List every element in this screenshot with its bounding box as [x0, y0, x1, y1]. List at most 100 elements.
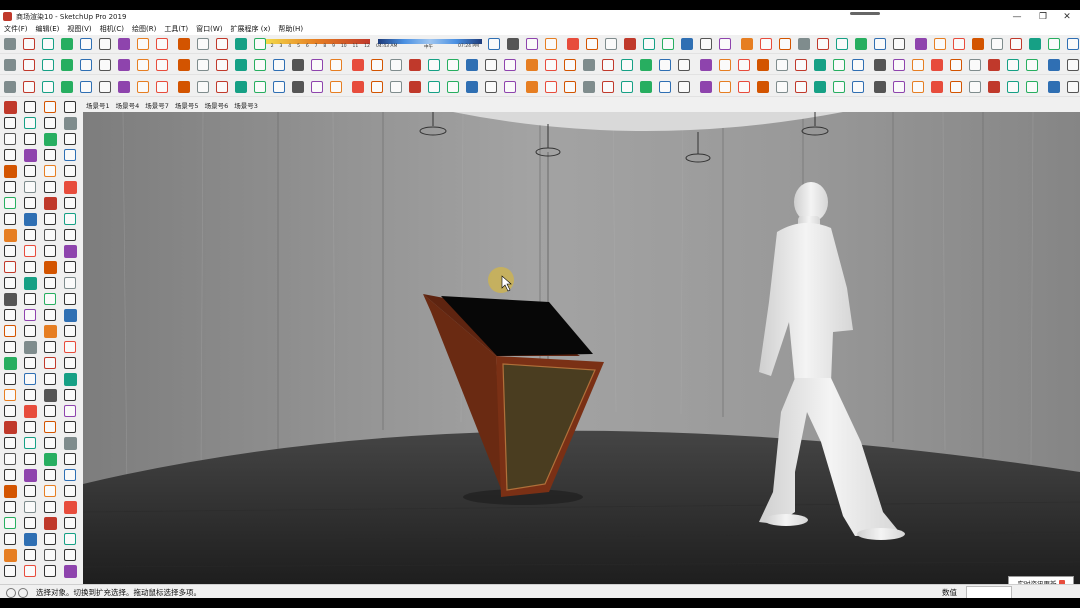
- left-tool-icon[interactable]: [44, 549, 56, 561]
- toolbar-tool-icon[interactable]: [507, 38, 519, 50]
- left-tool-icon[interactable]: [64, 277, 76, 289]
- left-tool-icon[interactable]: [64, 485, 76, 497]
- toolbar-tool-icon[interactable]: [545, 38, 557, 50]
- toolbar-tool-icon[interactable]: [292, 59, 304, 71]
- left-tool-icon[interactable]: [4, 165, 17, 178]
- toolbar-tool-icon[interactable]: [235, 81, 247, 93]
- geolocation-icon[interactable]: [18, 588, 28, 598]
- toolbar-tool-icon[interactable]: [969, 81, 981, 93]
- toolbar-tool-icon[interactable]: [118, 81, 130, 93]
- toolbar-tool-icon[interactable]: [197, 59, 209, 71]
- toolbar-tool-icon[interactable]: [912, 59, 924, 71]
- left-tool-icon[interactable]: [4, 501, 16, 513]
- toolbar-tool-icon[interactable]: [137, 38, 149, 50]
- toolbar-tool-icon[interactable]: [42, 38, 54, 50]
- left-tool-icon[interactable]: [44, 517, 57, 530]
- left-tool-icon[interactable]: [4, 229, 17, 242]
- toolbar-tool-icon[interactable]: [700, 38, 712, 50]
- left-tool-icon[interactable]: [44, 277, 56, 289]
- model-viewport[interactable]: [83, 112, 1080, 584]
- toolbar-tool-icon[interactable]: [567, 38, 579, 50]
- toolbar-tool-icon[interactable]: [583, 81, 595, 93]
- toolbar-tool-icon[interactable]: [719, 81, 731, 93]
- left-tool-icon[interactable]: [24, 389, 36, 401]
- toolbar-tool-icon[interactable]: [776, 59, 788, 71]
- left-tool-icon[interactable]: [24, 373, 36, 385]
- left-tool-icon[interactable]: [64, 197, 76, 209]
- toolbar-tool-icon[interactable]: [852, 81, 864, 93]
- toolbar-tool-icon[interactable]: [621, 81, 633, 93]
- toolbar-tool-icon[interactable]: [504, 59, 516, 71]
- left-tool-icon[interactable]: [24, 357, 36, 369]
- toolbar-tool-icon[interactable]: [118, 59, 130, 71]
- left-tool-icon[interactable]: [4, 453, 16, 465]
- left-tool-icon[interactable]: [64, 341, 76, 353]
- left-tool-icon[interactable]: [44, 565, 56, 577]
- left-tool-icon[interactable]: [4, 373, 16, 385]
- left-tool-icon[interactable]: [4, 149, 16, 161]
- toolbar-tool-icon[interactable]: [659, 59, 671, 71]
- toolbar-tool-icon[interactable]: [640, 81, 652, 93]
- left-tool-icon[interactable]: [64, 133, 76, 145]
- toolbar-tool-icon[interactable]: [621, 59, 633, 71]
- toolbar-tool-icon[interactable]: [23, 38, 35, 50]
- toolbar-tool-icon[interactable]: [833, 59, 845, 71]
- toolbar-tool-icon[interactable]: [1007, 81, 1019, 93]
- toolbar-tool-icon[interactable]: [972, 38, 984, 50]
- left-tool-icon[interactable]: [64, 533, 76, 545]
- toolbar-tool-icon[interactable]: [700, 81, 712, 93]
- left-tool-icon[interactable]: [24, 165, 36, 177]
- maximize-button[interactable]: ❐: [1030, 10, 1056, 23]
- toolbar-tool-icon[interactable]: [118, 38, 130, 50]
- left-tool-icon[interactable]: [44, 245, 56, 257]
- left-tool-icon[interactable]: [24, 261, 36, 273]
- toolbar-tool-icon[interactable]: [795, 81, 807, 93]
- toolbar-tool-icon[interactable]: [893, 38, 905, 50]
- minimize-button[interactable]: —: [1004, 10, 1030, 23]
- left-tool-icon[interactable]: [64, 181, 77, 194]
- menu-draw[interactable]: 绘图(R): [128, 24, 160, 34]
- left-tool-icon[interactable]: [4, 517, 16, 529]
- toolbar-tool-icon[interactable]: [953, 38, 965, 50]
- toolbar-tool-icon[interactable]: [817, 38, 829, 50]
- left-tool-icon[interactable]: [24, 549, 36, 561]
- left-tool-icon[interactable]: [64, 437, 77, 450]
- toolbar-tool-icon[interactable]: [273, 81, 285, 93]
- toolbar-tool-icon[interactable]: [624, 38, 636, 50]
- toolbar-tool-icon[interactable]: [814, 81, 826, 93]
- left-tool-icon[interactable]: [64, 549, 76, 561]
- left-tool-icon[interactable]: [24, 485, 36, 497]
- left-tool-icon[interactable]: [24, 341, 37, 354]
- left-tool-icon[interactable]: [24, 421, 36, 433]
- left-tool-icon[interactable]: [4, 181, 16, 193]
- toolbar-tool-icon[interactable]: [564, 59, 576, 71]
- menu-window[interactable]: 窗口(W): [192, 24, 226, 34]
- left-tool-icon[interactable]: [24, 277, 37, 290]
- toolbar-tool-icon[interactable]: [988, 59, 1000, 71]
- toolbar-tool-icon[interactable]: [991, 38, 1003, 50]
- info-icon[interactable]: [6, 588, 16, 598]
- menu-edit[interactable]: 编辑(E): [32, 24, 64, 34]
- toolbar-tool-icon[interactable]: [719, 38, 731, 50]
- title-drag-handle[interactable]: [850, 12, 880, 15]
- menu-help[interactable]: 帮助(H): [274, 24, 307, 34]
- toolbar-tool-icon[interactable]: [950, 59, 962, 71]
- toolbar-tool-icon[interactable]: [254, 59, 266, 71]
- left-tool-icon[interactable]: [44, 213, 56, 225]
- left-tool-icon[interactable]: [44, 309, 56, 321]
- left-tool-icon[interactable]: [24, 229, 36, 241]
- left-tool-icon[interactable]: [64, 373, 77, 386]
- toolbar-tool-icon[interactable]: [1029, 38, 1041, 50]
- toolbar-tool-icon[interactable]: [42, 81, 54, 93]
- left-tool-icon[interactable]: [24, 133, 36, 145]
- left-tool-icon[interactable]: [44, 165, 56, 177]
- left-tool-icon[interactable]: [64, 101, 76, 113]
- left-tool-icon[interactable]: [44, 325, 57, 338]
- toolbar-tool-icon[interactable]: [488, 38, 500, 50]
- left-tool-icon[interactable]: [4, 197, 16, 209]
- left-tool-icon[interactable]: [64, 421, 76, 433]
- toolbar-tool-icon[interactable]: [466, 59, 478, 71]
- left-tool-icon[interactable]: [4, 421, 17, 434]
- toolbar-tool-icon[interactable]: [428, 81, 440, 93]
- toolbar-tool-icon[interactable]: [352, 81, 364, 93]
